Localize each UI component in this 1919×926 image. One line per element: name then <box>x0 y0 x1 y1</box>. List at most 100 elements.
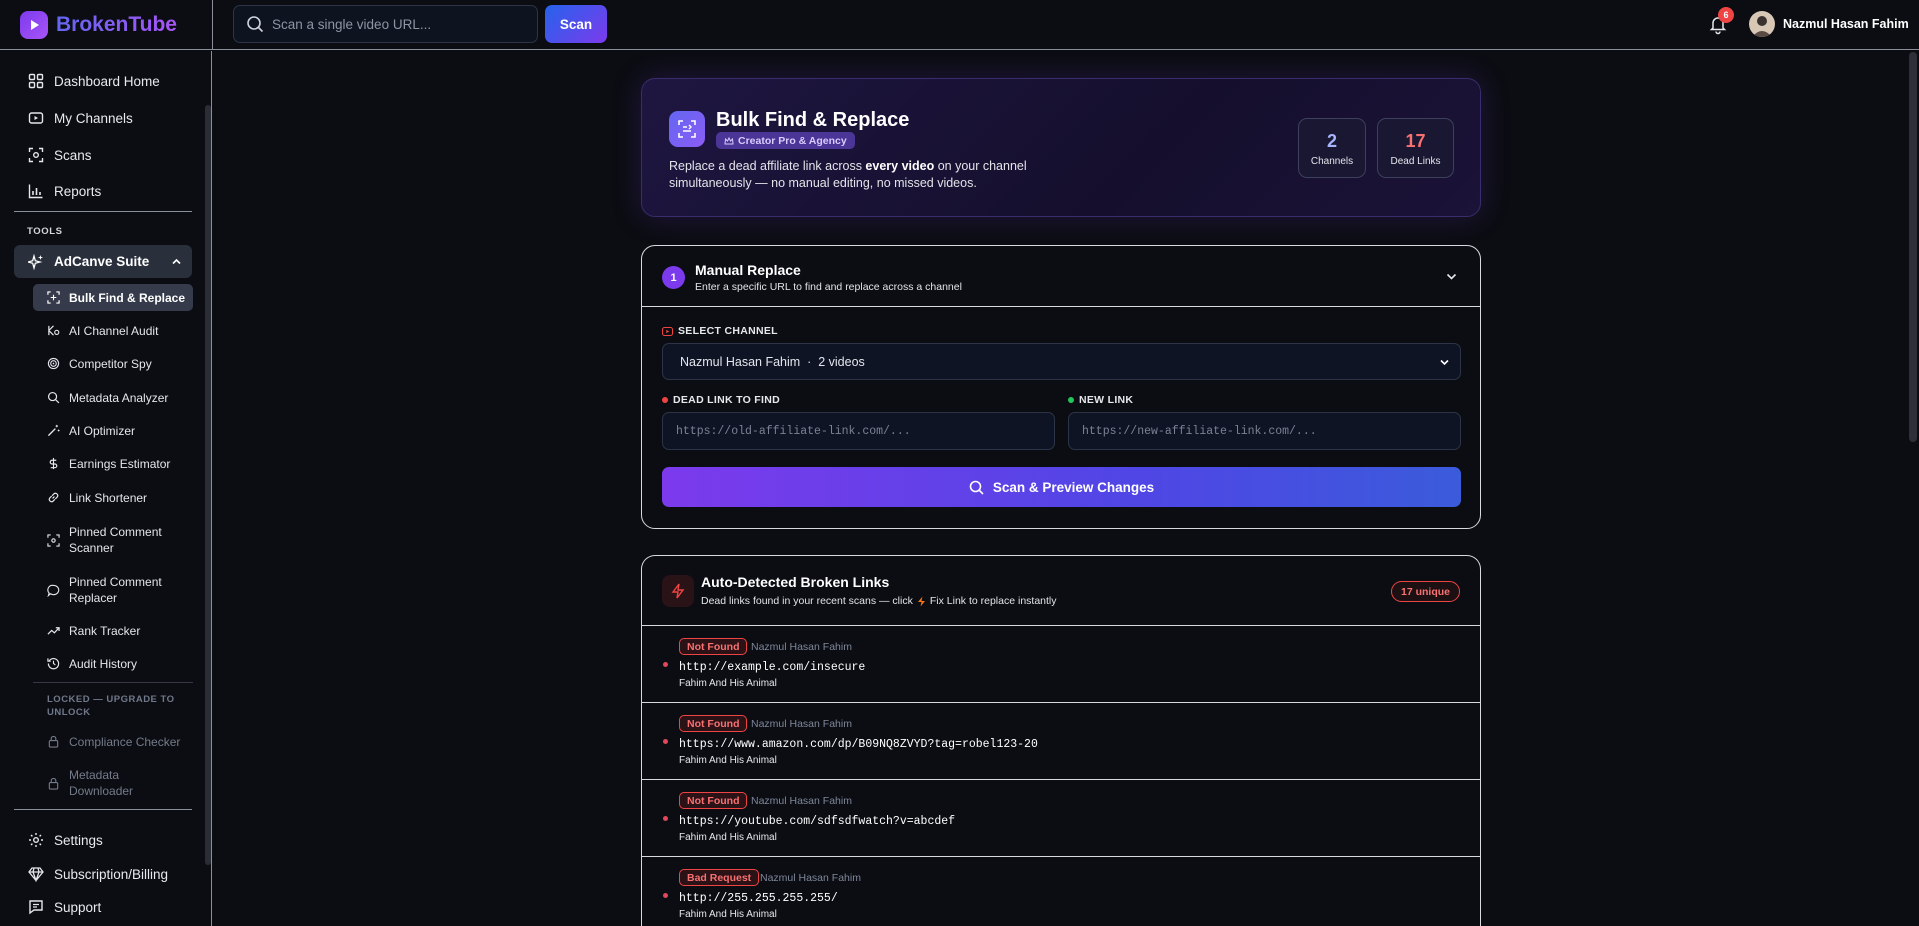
bar-chart-icon <box>28 184 43 199</box>
sidebar-item-reports[interactable]: Reports <box>14 175 192 207</box>
page-scrollbar[interactable] <box>1909 52 1917 442</box>
subtitle-text: Fix Link to replace instantly <box>929 595 1057 607</box>
plan-badge: Creator Pro & Agency <box>716 132 855 149</box>
red-dot-icon <box>662 397 668 403</box>
new-link-label: NEW LINK <box>1068 394 1133 406</box>
adcanve-suite-toggle[interactable]: AdCanve Suite <box>14 245 192 278</box>
field-label-text: NEW LINK <box>1079 394 1134 406</box>
sidebar-item-audit-history[interactable]: Audit History <box>33 650 193 677</box>
radar-icon <box>47 357 60 370</box>
plan-badge-label: Creator Pro & Agency <box>738 134 847 147</box>
dead-link-input[interactable] <box>662 412 1055 450</box>
sidebar-item-pinned-comment-scanner[interactable]: Pinned Comment Scanner <box>33 523 193 557</box>
broken-url: http://255.255.255.255/ <box>679 892 838 905</box>
sidebar-item-metadata-analyzer[interactable]: Metadata Analyzer <box>33 384 193 411</box>
dollar-icon <box>49 457 58 470</box>
find-replace-icon <box>47 291 60 304</box>
channel-name: Nazmul Hasan Fahim <box>760 872 861 884</box>
stat-label: Channels <box>1310 156 1354 167</box>
broken-link-row[interactable]: Not Found Nazmul Hasan Fahim https://you… <box>642 780 1480 857</box>
sidebar-item-rank-tracker[interactable]: Rank Tracker <box>33 617 193 644</box>
broken-link-row[interactable]: Not Found Nazmul Hasan Fahim http://exam… <box>642 626 1480 703</box>
sidebar-item-compliance-checker[interactable]: Compliance Checker <box>33 728 193 755</box>
link-icon <box>48 492 59 503</box>
app-name: BrokenTube <box>56 13 177 36</box>
audit-icon <box>48 325 60 336</box>
top-bar: BrokenTube Scan 6 Nazmul Hasan Fahim <box>0 0 1919 50</box>
sidebar-item-pinned-comment-replacer[interactable]: Pinned Comment Replacer <box>33 573 193 607</box>
status-dot <box>663 816 668 821</box>
broken-link-row[interactable]: Not Found Nazmul Hasan Fahim https://www… <box>642 703 1480 780</box>
sidebar-scrollbar[interactable] <box>205 105 211 865</box>
tools-heading: TOOLS <box>27 226 63 237</box>
sidebar-item-label: Audit History <box>69 656 138 671</box>
video-title: Fahim And His Animal <box>679 832 777 843</box>
select-channel-label: SELECT CHANNEL <box>662 325 778 337</box>
scan-preview-button[interactable]: Scan & Preview Changes <box>662 467 1461 507</box>
play-logo-icon <box>20 11 48 39</box>
sidebar-item-label: AI Channel Audit <box>69 323 159 338</box>
sidebar-item-billing[interactable]: Subscription/Billing <box>14 858 192 890</box>
search-input[interactable] <box>272 16 512 32</box>
card-subtitle: Enter a specific URL to find and replace… <box>695 281 962 293</box>
sidebar-item-label: Settings <box>54 832 103 848</box>
card-title: Auto-Detected Broken Links <box>701 574 890 590</box>
crown-icon <box>724 136 734 144</box>
sidebar-item-scans[interactable]: Scans <box>14 139 192 171</box>
chevron-down-icon[interactable] <box>1445 270 1458 283</box>
sidebar-item-support[interactable]: Support <box>14 891 192 923</box>
sidebar-item-label: Pinned Comment Scanner <box>69 525 162 555</box>
sidebar-item-earnings-estimator[interactable]: Earnings Estimator <box>33 450 193 477</box>
grid-icon <box>28 73 44 89</box>
comment-icon <box>47 584 60 597</box>
gear-icon <box>29 833 43 847</box>
broken-url: https://youtube.com/sdfsdfwatch?v=abcdef <box>679 815 956 828</box>
scan-icon <box>28 147 44 163</box>
app-logo[interactable]: BrokenTube <box>20 11 177 39</box>
page-title: Bulk Find & Replace <box>716 109 910 131</box>
user-name[interactable]: Nazmul Hasan Fahim <box>1783 17 1909 31</box>
broken-url: http://example.com/insecure <box>679 661 866 674</box>
new-link-input[interactable] <box>1068 412 1461 450</box>
sidebar-item-link-shortener[interactable]: Link Shortener <box>33 484 193 511</box>
broken-link-row[interactable]: Bad Request Nazmul Hasan Fahim http://25… <box>642 857 1480 926</box>
sidebar-item-ai-optimizer[interactable]: AI Optimizer <box>33 417 193 444</box>
field-label-text: DEAD LINK TO FIND <box>673 394 780 406</box>
bolt-icon <box>662 575 694 607</box>
scan-button[interactable]: Scan <box>545 5 607 43</box>
search-icon <box>969 480 984 495</box>
manual-replace-header[interactable]: 1 Manual Replace Enter a specific URL to… <box>642 246 1480 307</box>
status-dot <box>663 893 668 898</box>
suite-label: AdCanve Suite <box>54 254 150 269</box>
unique-count-badge: 17 unique <box>1390 581 1460 602</box>
sidebar-item-label: Rank Tracker <box>69 623 141 638</box>
sidebar-item-ai-channel-audit[interactable]: AI Channel Audit <box>33 317 193 344</box>
lock-icon <box>48 777 59 790</box>
sidebar-item-bulk-find-replace[interactable]: Bulk Find & Replace <box>33 284 193 311</box>
sidebar-divider <box>14 211 192 212</box>
sidebar-item-settings[interactable]: Settings <box>14 824 192 856</box>
green-dot-icon <box>1068 397 1074 403</box>
sidebar-item-channels[interactable]: My Channels <box>14 102 192 134</box>
page-description: Replace a dead affiliate link across eve… <box>669 158 1099 192</box>
channel-name: Nazmul Hasan Fahim <box>751 795 852 807</box>
notification-badge: 6 <box>1718 7 1734 23</box>
sidebar-item-label: AI Optimizer <box>69 423 136 438</box>
broken-links-header: Auto-Detected Broken Links Dead links fo… <box>642 556 1480 626</box>
video-icon <box>28 112 44 124</box>
sidebar-item-label: Metadata Analyzer <box>69 390 169 405</box>
sidebar-item-label: Support <box>54 899 102 915</box>
find-replace-icon <box>669 111 705 147</box>
video-url-search <box>233 5 538 43</box>
sidebar-item-metadata-downloader[interactable]: Metadata Downloader <box>33 766 193 800</box>
subtitle-text: Dead links found in your recent scans — … <box>701 595 913 607</box>
history-icon <box>47 657 60 670</box>
status-badge: Not Found <box>679 638 748 655</box>
sidebar-item-label: Compliance Checker <box>69 734 181 749</box>
stat-dead-links: 17 Dead Links <box>1377 118 1454 178</box>
sidebar-item-dashboard[interactable]: Dashboard Home <box>14 65 192 97</box>
channel-select[interactable]: Nazmul Hasan Fahim · 2 videos <box>662 343 1461 380</box>
sidebar-item-competitor-spy[interactable]: Competitor Spy <box>33 350 193 377</box>
sidebar-item-label: Bulk Find & Replace <box>69 290 186 305</box>
avatar[interactable] <box>1749 11 1775 37</box>
